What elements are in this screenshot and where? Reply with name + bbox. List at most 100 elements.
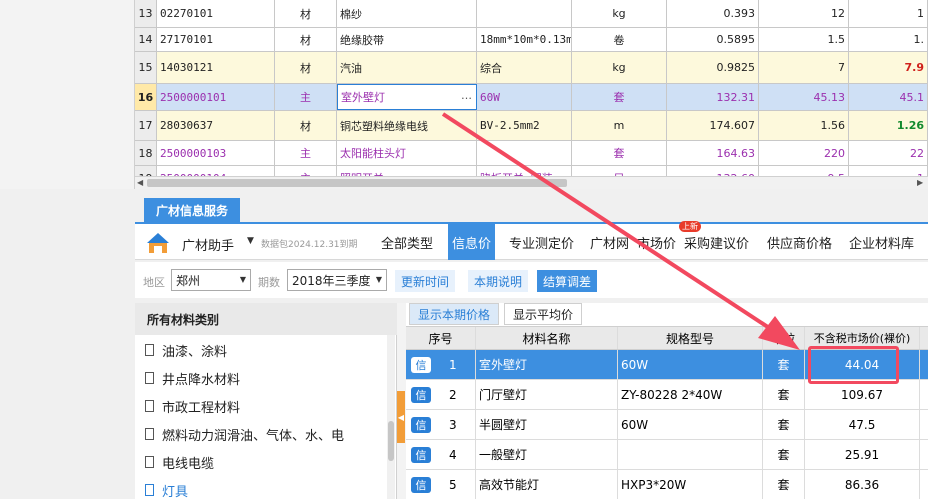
result-no-cell[interactable]: 信2 (406, 380, 476, 409)
result-spec[interactable]: ZY-80228 2*40W (618, 380, 763, 409)
tab-average-price[interactable]: 显示平均价 (504, 303, 583, 325)
grid-cell-name[interactable]: 绝缘胶带 (337, 28, 477, 51)
tab-supplier-price[interactable]: 供应商价格 (763, 224, 836, 260)
tab-info-price[interactable]: 信息价 (448, 224, 496, 260)
grid-cell-code[interactable]: 2500000101 (157, 84, 275, 110)
col-spec[interactable]: 规格型号 (618, 327, 763, 349)
result-name[interactable]: 门厅壁灯 (476, 380, 618, 409)
horizontal-scrollbar[interactable]: ◀ ▶ (135, 176, 928, 189)
grid-cell-no[interactable]: 14 (135, 28, 157, 51)
grid-cell-total[interactable]: 1.26 (849, 111, 928, 140)
sidebar-item[interactable]: 市政工程材料 (145, 392, 240, 420)
grid-cell-spec[interactable] (477, 0, 572, 27)
grid-cell-type[interactable]: 主 (275, 166, 337, 176)
result-unit[interactable]: 套 (763, 410, 805, 439)
grid-cell-code[interactable]: 28030637 (157, 111, 275, 140)
grid-cell-code[interactable]: 14030121 (157, 52, 275, 83)
grid-cell-type[interactable]: 材 (275, 0, 337, 27)
grid-row[interactable]: 14 27170101 材绝缘胶带 18mm*10m*0.13mm 卷 0.5895 1.5… (135, 28, 928, 52)
grid-cell-price[interactable]: 1.5 (759, 28, 849, 51)
result-no-cell[interactable]: 信1 (406, 350, 476, 379)
grid-cell-name[interactable]: 棉纱 (337, 0, 477, 27)
sidebar-item[interactable]: 灯具 (145, 476, 188, 499)
grid-cell-price[interactable]: 7 (759, 52, 849, 83)
grid-cell-unit[interactable]: 套 (572, 141, 667, 165)
grid-cell-name[interactable]: 汽油 (337, 52, 477, 83)
grid-cell-price[interactable]: 45.13 (759, 84, 849, 110)
result-spec[interactable]: 60W (618, 350, 763, 379)
grid-cell-total[interactable]: 7.9 (849, 52, 928, 83)
grid-cell-price[interactable]: 9.5 (759, 166, 849, 176)
grid-cell-name[interactable]: 太阳能柱头灯 (337, 141, 477, 165)
grid-cell-qty[interactable]: 164.63 (667, 141, 759, 165)
result-name[interactable]: 室外壁灯 (476, 350, 618, 379)
grid-cell-qty[interactable]: 132.31 (667, 84, 759, 110)
tab-current-price[interactable]: 显示本期价格 (409, 303, 500, 325)
result-unit[interactable]: 套 (763, 440, 805, 469)
grid-row[interactable]: 13 02270101 材棉纱 kg 0.393 12 1 (135, 0, 928, 28)
result-no-cell[interactable]: 信5 (406, 470, 476, 499)
grid-cell-spec[interactable]: 18mm*10m*0.13mm (477, 28, 572, 51)
grid-cell-spec[interactable]: BV-2.5mm2 (477, 111, 572, 140)
grid-cell-total[interactable]: 1. (849, 28, 928, 51)
grid-cell-type[interactable]: 材 (275, 28, 337, 51)
grid-cell-price[interactable]: 1.56 (759, 111, 849, 140)
chevron-down-icon[interactable]: ▼ (247, 236, 254, 246)
grid-cell-code[interactable]: 02270101 (157, 0, 275, 27)
result-unit[interactable]: 套 (763, 380, 805, 409)
tab-enterprise-library[interactable]: 企业材料库 (845, 224, 918, 260)
grid-cell-qty[interactable]: 0.5895 (667, 28, 759, 51)
grid-cell-code[interactable]: 2500000104 (157, 166, 275, 176)
grid-cell-code[interactable]: 2500000103 (157, 141, 275, 165)
result-name[interactable]: 一般壁灯 (476, 440, 618, 469)
grid-cell-no[interactable]: 18 (135, 141, 157, 165)
scroll-left-icon[interactable]: ◀ (137, 178, 143, 187)
col-name[interactable]: 材料名称 (476, 327, 618, 349)
settle-adjust-button[interactable]: 结算调差 (537, 270, 598, 292)
grid-cell-qty[interactable]: 0.393 (667, 0, 759, 27)
grid-cell-name[interactable]: 铜芯塑料绝缘电线 (337, 111, 477, 140)
grid-cell-unit[interactable]: kg (572, 0, 667, 27)
result-price[interactable]: 109.67 (805, 380, 920, 409)
update-time-button[interactable]: 更新时间 (395, 270, 456, 292)
grid-cell-spec[interactable]: 综合 (477, 52, 572, 83)
sidebar-item[interactable]: 电线电缆 (145, 448, 214, 476)
tab-all-types[interactable]: 全部类型 (377, 224, 437, 260)
more-icon[interactable]: … (461, 89, 472, 102)
grid-cell-unit[interactable]: kg (572, 52, 667, 83)
result-row[interactable]: 信 4 一般壁灯套 25.91 (406, 440, 928, 470)
result-price[interactable]: 25.91 (805, 440, 920, 469)
result-spec[interactable] (618, 440, 763, 469)
grid-cell-type[interactable]: 主 (275, 141, 337, 165)
result-unit[interactable]: 套 (763, 350, 805, 379)
tab-professional-price[interactable]: 专业测定价 (505, 224, 578, 260)
brand-name[interactable]: 广材助手 (182, 235, 234, 254)
result-name[interactable]: 高效节能灯 (476, 470, 618, 499)
result-price[interactable]: 86.36 (805, 470, 920, 499)
grid-cell-no[interactable]: 13 (135, 0, 157, 27)
grid-cell-total[interactable]: 22 (849, 141, 928, 165)
result-name[interactable]: 半圆壁灯 (476, 410, 618, 439)
grid-row[interactable]: 16 2500000101 主室外壁灯… 60W 套 132.31 45.13 45.1 (135, 84, 928, 111)
scrollbar-thumb[interactable] (147, 179, 567, 187)
grid-cell-type[interactable]: 材 (275, 111, 337, 140)
grid-cell-name[interactable]: 照明开关 (337, 166, 477, 176)
sidebar-item[interactable]: 油漆、涂料 (145, 336, 227, 364)
region-select[interactable]: 郑州 ▼ (171, 269, 251, 291)
grid-row[interactable]: 17 28030637 材铜芯塑料绝缘电线 BV-2.5mm2 m 174.607 1.56… (135, 111, 928, 141)
grid-cell-total[interactable]: 1 (849, 166, 928, 176)
panel-tab[interactable]: 广材信息服务 (144, 198, 241, 222)
result-no-cell[interactable]: 信3 (406, 410, 476, 439)
grid-cell-code[interactable]: 27170101 (157, 28, 275, 51)
result-price[interactable]: 47.5 (805, 410, 920, 439)
scroll-right-icon[interactable]: ▶ (917, 178, 923, 187)
grid-cell-unit[interactable]: 套 (572, 84, 667, 110)
grid-cell-spec[interactable]: 60W (477, 84, 572, 110)
panel-splitter[interactable]: ◀ (397, 303, 406, 499)
period-note-button[interactable]: 本期说明 (468, 270, 529, 292)
grid-cell-no[interactable]: 15 (135, 52, 157, 83)
sidebar-item[interactable]: 井点降水材料 (145, 364, 240, 392)
grid-row[interactable]: 192500000104主照明开关跷板开关 明装只132.609.51 (135, 166, 928, 176)
grid-cell-qty[interactable]: 132.60 (667, 166, 759, 176)
grid-cell-unit[interactable]: m (572, 111, 667, 140)
